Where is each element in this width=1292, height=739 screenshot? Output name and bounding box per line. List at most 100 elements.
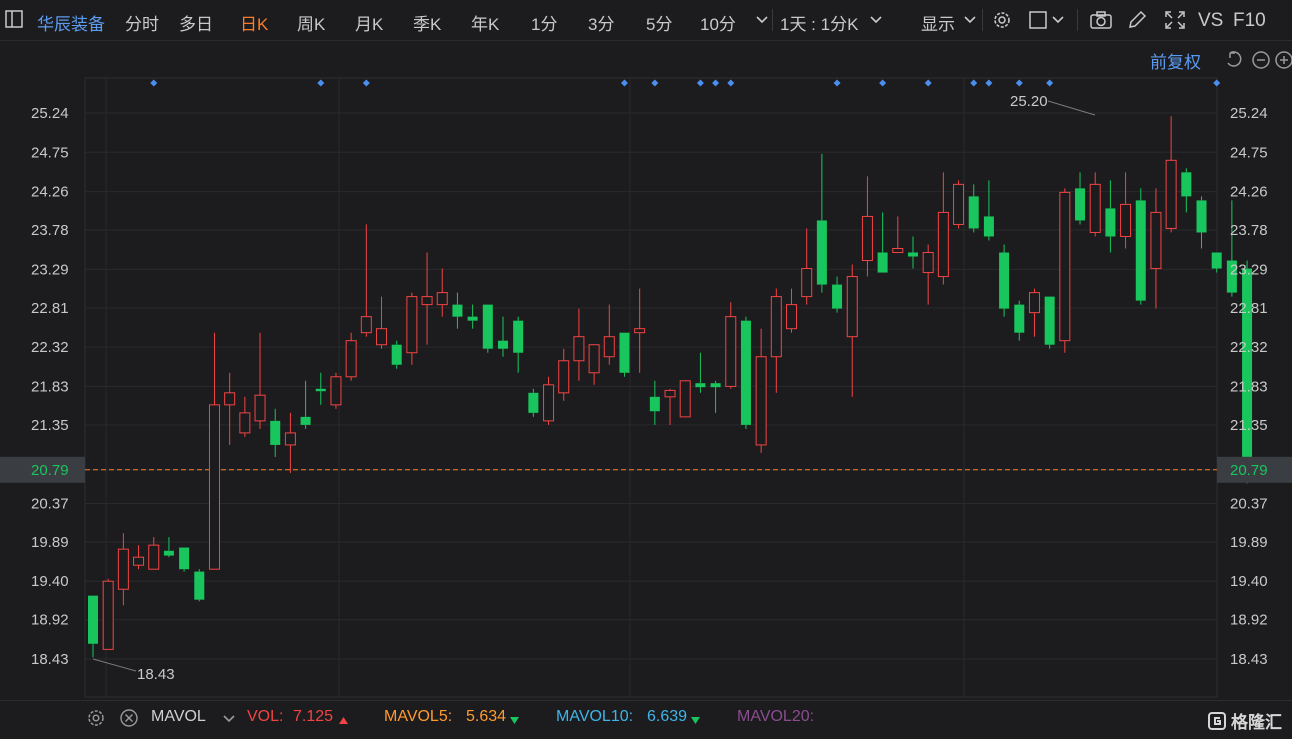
event-marker[interactable] xyxy=(712,79,720,87)
y-tick-label-left: 19.89 xyxy=(31,534,69,551)
tab-daily-k[interactable]: 日K xyxy=(240,10,268,35)
pen-icon[interactable] xyxy=(1126,9,1147,29)
candle xyxy=(1150,188,1162,309)
candle-body xyxy=(619,332,630,373)
candle xyxy=(558,348,570,401)
mavol20-label: MAVOL20: xyxy=(737,708,815,725)
candle xyxy=(999,244,1010,317)
event-marker[interactable] xyxy=(651,79,659,87)
tab-1min[interactable]: 1分 xyxy=(531,10,557,35)
candle-body xyxy=(270,420,281,445)
candle xyxy=(284,412,296,473)
candle xyxy=(208,332,220,570)
candle-body xyxy=(179,547,190,570)
y-tick-label-right: 21.83 xyxy=(1230,378,1268,395)
tab-multiday[interactable]: 多日 xyxy=(179,10,213,35)
fullscreen-icon[interactable] xyxy=(1163,9,1185,29)
candle-body xyxy=(133,556,145,566)
y-tick-label-left: 20.37 xyxy=(31,495,69,512)
candle xyxy=(695,352,706,393)
candle-body xyxy=(740,320,751,425)
display-menu[interactable]: 显示 xyxy=(921,10,955,35)
candle xyxy=(922,244,934,305)
event-marker[interactable] xyxy=(317,79,325,87)
event-marker[interactable] xyxy=(620,79,628,87)
candle-body xyxy=(983,216,994,237)
event-marker[interactable] xyxy=(879,79,887,87)
candle xyxy=(300,380,311,429)
y-tick-label-left: 18.92 xyxy=(31,612,69,629)
candle xyxy=(179,547,190,572)
tab-yearly-k[interactable]: 年K xyxy=(471,10,499,35)
candlestick-chart[interactable]: 25.24 25.24 24.75 24.75 24.26 24.26 23.78 23.78… xyxy=(0,40,1292,700)
gelonghui-logo-icon xyxy=(1208,712,1227,730)
candle xyxy=(194,569,205,602)
y-tick-label-right: 19.40 xyxy=(1230,573,1268,590)
panel-toggle-icon[interactable] xyxy=(4,9,24,29)
y-tick-label-left: 22.81 xyxy=(31,300,69,317)
candle-body xyxy=(1242,268,1253,470)
candle-body xyxy=(846,276,858,338)
candle xyxy=(270,408,281,457)
indicator-chevron-icon[interactable] xyxy=(219,708,239,728)
color-square-icon[interactable] xyxy=(1028,9,1048,29)
candle-body xyxy=(558,360,570,394)
event-marker[interactable] xyxy=(1046,79,1054,87)
candle xyxy=(1014,300,1025,341)
period-dropdown-chevron-icon[interactable] xyxy=(752,9,772,29)
candle-body xyxy=(1211,252,1222,269)
y-tick-label-right: 18.43 xyxy=(1230,651,1268,668)
candle xyxy=(619,332,630,377)
tab-5min[interactable]: 5分 xyxy=(646,10,672,35)
tab-weekly-k[interactable]: 周K xyxy=(297,10,325,35)
candle-body xyxy=(1150,211,1162,270)
event-marker[interactable] xyxy=(1213,79,1221,87)
y-tick-label-left: 20.79 xyxy=(31,462,69,479)
candle-body xyxy=(1014,304,1025,333)
candle-body xyxy=(315,388,326,392)
indicator-name[interactable]: MAVOL xyxy=(151,708,206,726)
y-tick-label-left: 18.43 xyxy=(31,651,69,668)
candle xyxy=(634,288,646,373)
candle xyxy=(588,344,600,385)
event-marker[interactable] xyxy=(833,79,841,87)
event-marker[interactable] xyxy=(985,79,993,87)
tab-10min[interactable]: 10分 xyxy=(700,10,736,35)
event-marker[interactable] xyxy=(696,79,704,87)
vs-button[interactable]: VS xyxy=(1198,10,1223,32)
indicator-settings-gear-icon[interactable] xyxy=(86,708,106,728)
tab-monthly-k[interactable]: 月K xyxy=(355,10,383,35)
grid xyxy=(84,77,1218,698)
event-marker[interactable] xyxy=(924,79,932,87)
candle-body xyxy=(922,252,934,274)
candle xyxy=(892,216,904,254)
display-chevron-icon[interactable] xyxy=(960,9,980,29)
chart-canvas[interactable]: 25.24 25.24 24.75 24.75 24.26 24.26 23.78 23.78… xyxy=(0,40,1292,700)
event-marker[interactable] xyxy=(150,79,158,87)
candle-body xyxy=(239,412,251,434)
event-marker[interactable] xyxy=(1015,79,1023,87)
mavol5-value: 5.634 xyxy=(466,708,507,725)
tab-intraday[interactable]: 分时 xyxy=(125,10,159,35)
tab-3min[interactable]: 3分 xyxy=(588,10,614,35)
event-marker[interactable] xyxy=(362,79,370,87)
candle-body xyxy=(467,316,478,321)
range-chevron-icon[interactable] xyxy=(866,9,886,29)
candle-body xyxy=(452,304,463,317)
candle xyxy=(1165,116,1177,233)
event-marker[interactable] xyxy=(727,79,735,87)
range-selector[interactable]: 1天 : 1分K xyxy=(780,10,858,35)
camera-icon[interactable] xyxy=(1089,9,1112,29)
candle-body xyxy=(421,296,433,306)
indicator-bar: MAVOL VOL: 7.125 MAVOL5: 5.634 MAVOL10: … xyxy=(0,700,1292,739)
color-chevron-icon[interactable] xyxy=(1048,9,1068,29)
event-marker[interactable] xyxy=(970,79,978,87)
f10-button[interactable]: F10 xyxy=(1233,10,1266,32)
candle xyxy=(376,296,388,349)
settings-gear-icon[interactable] xyxy=(991,9,1011,29)
vol-label: VOL: xyxy=(247,708,284,725)
stock-name[interactable]: 华辰装备 xyxy=(37,10,105,35)
tab-quarterly-k[interactable]: 季K xyxy=(413,10,441,35)
indicator-close-icon[interactable] xyxy=(119,708,139,728)
candle xyxy=(315,372,326,405)
